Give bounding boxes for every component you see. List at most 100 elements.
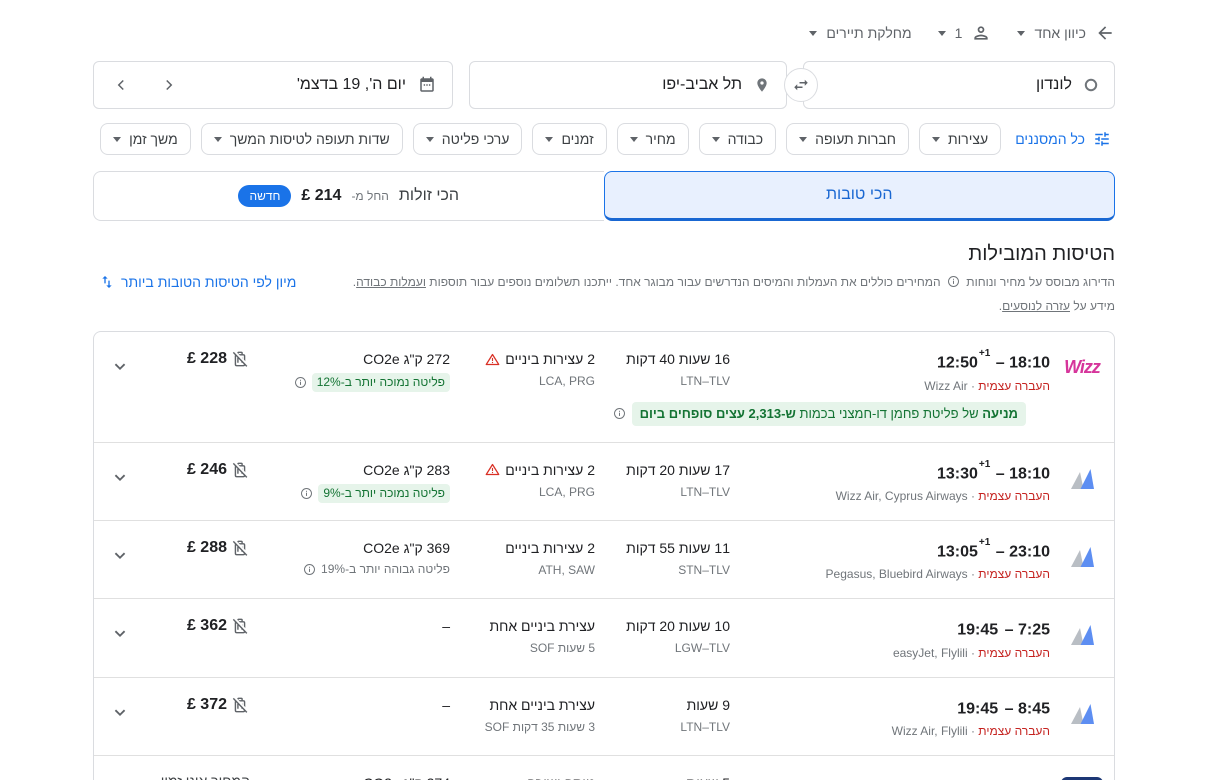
route-search-row: לונדון תל אביב-יפו יום ה', 19 בדצמ': [93, 61, 1115, 109]
flight-result-row[interactable]: ✦ 19:45 – 7:25 העברה עצמית · easyJet, Fl…: [94, 616, 1114, 660]
generic-airline-logo-icon: [1066, 699, 1098, 736]
next-date-button[interactable]: [160, 76, 178, 94]
self-transfer-label: העברה עצמית: [978, 489, 1050, 503]
filter-chip-price[interactable]: מחיר: [617, 123, 689, 155]
filter-chip-times[interactable]: זמנים: [532, 123, 606, 155]
flight-result-row[interactable]: Wizz ✦ Wizz 12:50+1 – 18:10 העברה עצמית …: [94, 349, 1114, 393]
expand-flight-button[interactable]: [103, 773, 137, 780]
tab-cheapest[interactable]: הכי זולות החל מ- £ 214 חדשה: [93, 171, 604, 221]
flight-result-row[interactable]: ISRAIR ✦ ISRAIR 20:50 – 13:50 ישראייר 5 …: [94, 773, 1114, 780]
info-icon[interactable]: [613, 407, 626, 420]
flight-price: £ 246: [187, 461, 227, 479]
stops-detail: 5 שעות SOF: [450, 641, 595, 656]
passengers-selector[interactable]: 1: [938, 23, 992, 43]
flight-times: 12:50+1 – 18:10: [730, 349, 1050, 373]
filter-chip-baggage[interactable]: כבודה: [699, 123, 777, 155]
no-baggage-icon: [230, 460, 250, 480]
flight-duration: 10 שעות 20 דקות: [595, 616, 730, 636]
swap-locations-button[interactable]: [784, 68, 818, 102]
flight-result-row[interactable]: ✦ 19:45 – 8:45 העברה עצמית · Wizz Air, F…: [94, 695, 1114, 739]
price-cell: £ 246: [148, 460, 250, 480]
generic-airline-logo-icon: [1066, 542, 1098, 579]
expand-flight-button[interactable]: [103, 538, 137, 572]
airline-list: Pegasus, Bluebird Airways: [826, 567, 968, 581]
trip-type-label: כיוון אחד: [1034, 25, 1086, 41]
baggage-fees-link[interactable]: ועמלות כבודה: [356, 275, 426, 289]
chevron-down-icon: [932, 137, 940, 142]
calendar-icon: [418, 76, 436, 94]
flight-times: 13:30+1 – 18:10: [730, 460, 1050, 484]
expand-flight-button[interactable]: [103, 460, 137, 494]
info-icon[interactable]: [294, 376, 307, 389]
flight-stops: 2 עצירות ביניים: [450, 460, 595, 480]
sort-arrows-icon: [99, 274, 115, 290]
flight-route: LGW–TLV: [595, 641, 730, 656]
airline-names: העברה עצמית · Wizz Air, Cyprus Airways: [730, 489, 1050, 504]
destination-value: תל אביב-יפו: [662, 76, 742, 94]
airline-list: Wizz Air, Flylili: [892, 724, 968, 738]
chevron-down-icon: [113, 137, 121, 142]
expand-cell: [92, 695, 148, 729]
filter-chip-duration[interactable]: משך זמן: [100, 123, 191, 155]
new-badge: חדשה: [238, 185, 291, 207]
info-icon[interactable]: [303, 563, 316, 576]
filter-chip-emissions[interactable]: ערכי פליטה: [413, 123, 523, 155]
filter-chip-airlines[interactable]: חברות תעופה: [786, 123, 909, 155]
duration-cell: 5 שעות LTN–TLV: [595, 773, 730, 780]
emissions-cell: 274 ק"ג CO2e פליטה נמוכה יותר ב-12%: [250, 773, 450, 780]
self-transfer-label: העברה עצמית: [978, 567, 1050, 581]
flight-times-cell: 20:50 – 13:50 ישראייר: [730, 773, 1050, 780]
self-transfer-label: העברה עצמית: [978, 379, 1050, 393]
flight-times: 19:45 – 8:45: [730, 695, 1050, 719]
generic-airline-logo-icon: [1066, 620, 1098, 657]
flight-result-row[interactable]: ✦ 13:05+1 – 23:10 העברה עצמית · Pegasus,…: [94, 538, 1114, 582]
date-value: יום ה', 19 בדצמ': [297, 76, 406, 94]
filter-chip-connecting-airports[interactable]: שדות תעופה לטיסות המשך: [201, 123, 403, 155]
flight-stops: 2 עצירות ביניים: [450, 349, 595, 369]
flight-stops: עצירת ביניים אחת: [450, 616, 595, 636]
airline-logo: ✦: [1050, 616, 1114, 657]
no-baggage-icon: [230, 616, 250, 636]
expand-flight-button[interactable]: [103, 349, 137, 383]
airline-names: העברה עצמית · Wizz Air: [730, 379, 1050, 394]
expand-cell: [92, 773, 148, 780]
destination-field[interactable]: תל אביב-יפו: [469, 61, 787, 109]
cabin-class-selector[interactable]: מחלקת תיירים: [809, 25, 911, 41]
emissions-value: 274 ק"ג CO2e: [250, 773, 450, 780]
airline-list: Wizz Air, Cyprus Airways: [836, 489, 968, 503]
airline-separator: ·: [968, 646, 979, 660]
flight-result-row[interactable]: ✦ 13:30+1 – 18:10 העברה עצמית · Wizz Air…: [94, 460, 1114, 504]
price-line: £ 362: [148, 616, 250, 636]
wizz-logo: Wizz: [1064, 353, 1100, 378]
eco-badge: מניעה של פליטת פחמן דו-חמצני בכמות ש-2,3…: [632, 402, 1026, 426]
date-field[interactable]: יום ה', 19 בדצמ': [93, 61, 453, 109]
emissions-value: –: [250, 695, 450, 715]
results-disclaimer: הדירוג מבוסס על מחיר ונוחות המחירים כולל…: [353, 272, 1115, 317]
price-line: £ 372: [148, 695, 250, 715]
price-line: £ 246: [148, 460, 250, 480]
result-tabs: הכי טובות הכי זולות החל מ- £ 214 חדשה: [93, 171, 1115, 221]
flight-stops: 2 עצירות ביניים: [450, 538, 595, 558]
trip-type-selector[interactable]: כיוון אחד: [1017, 23, 1115, 43]
sort-by-best-button[interactable]: מיון לפי הטיסות הטובות ביותר: [93, 272, 302, 291]
flight-times: 19:45 – 7:25: [730, 616, 1050, 640]
passenger-assistance-link[interactable]: עזרה לנוסעים: [1002, 299, 1070, 313]
emissions-cell: –: [250, 695, 450, 715]
expand-flight-button[interactable]: [103, 695, 137, 729]
emissions-note: פליטה גבוהה יותר ב-19%: [250, 562, 450, 577]
info-icon[interactable]: [300, 487, 313, 500]
info-icon[interactable]: [947, 274, 960, 296]
tab-best[interactable]: הכי טובות: [604, 171, 1116, 221]
filter-chip-stops[interactable]: עצירות: [919, 123, 1001, 155]
previous-date-button[interactable]: [112, 76, 130, 94]
no-baggage-icon: [230, 349, 250, 369]
stops-detail: LCA, PRG: [450, 374, 595, 389]
all-filters-button[interactable]: כל המסננים: [1011, 130, 1115, 148]
expand-flight-button[interactable]: [103, 616, 137, 650]
airline-logo: ✦: [1050, 538, 1114, 579]
airline-logo: Wizz ✦ Wizz: [1050, 349, 1114, 378]
origin-field[interactable]: לונדון: [803, 61, 1115, 109]
origin-value: לונדון: [1036, 76, 1072, 94]
chevron-down-icon: [630, 137, 638, 142]
chevron-down-icon: [799, 137, 807, 142]
